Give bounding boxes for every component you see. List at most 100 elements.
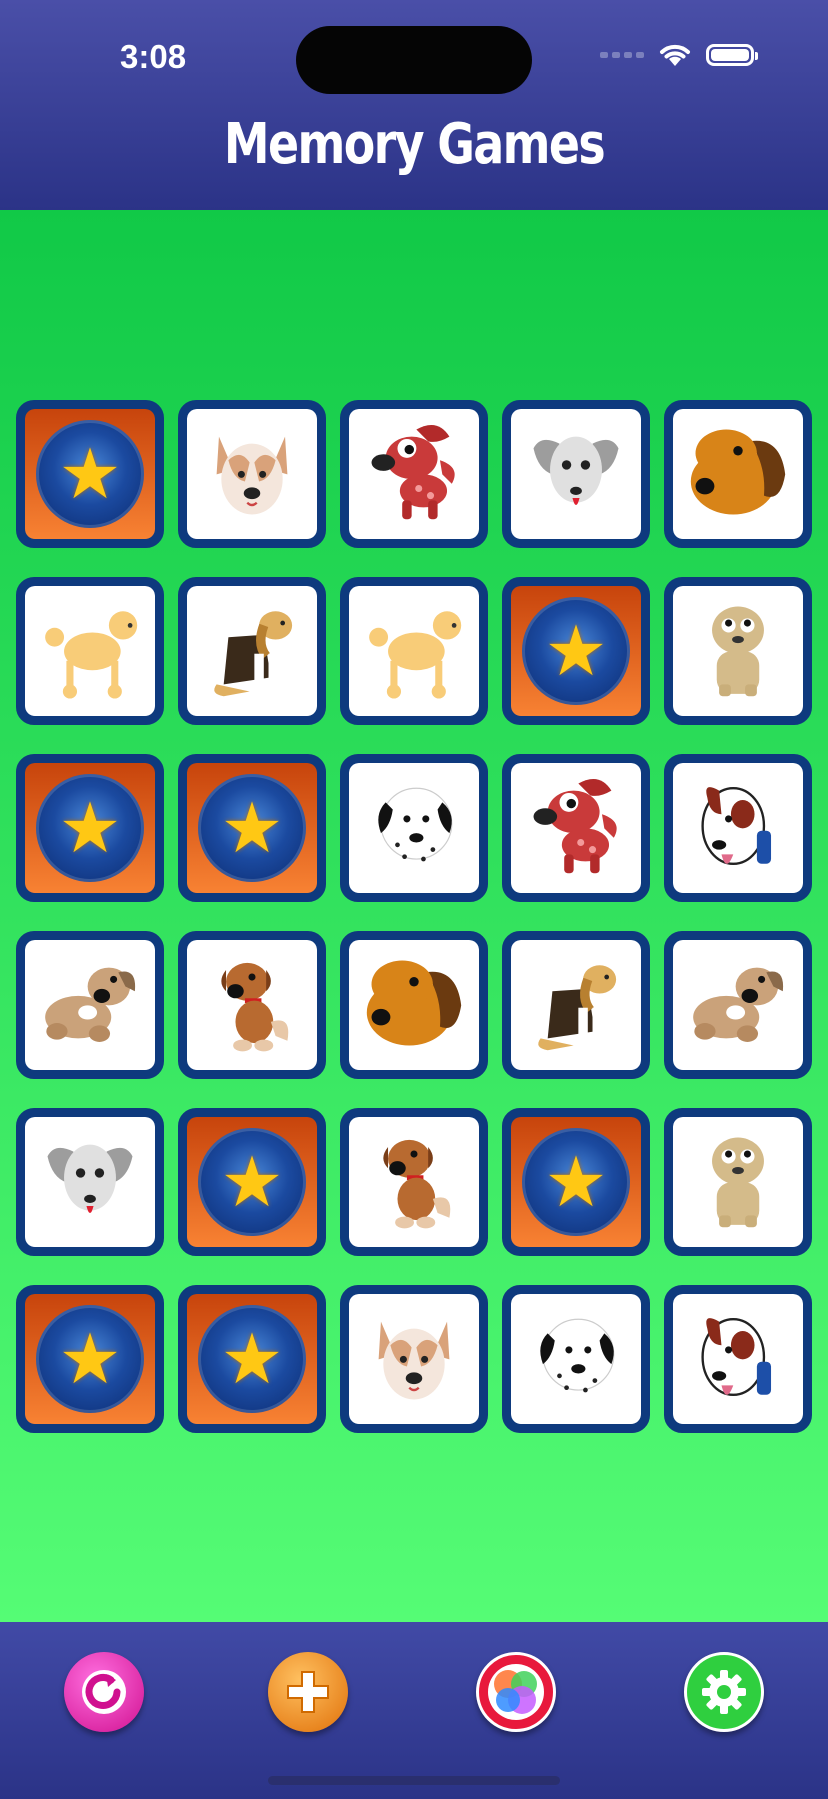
pug-dog-icon: [679, 590, 797, 712]
wifi-icon: [660, 44, 690, 66]
orb: ★: [198, 774, 306, 882]
dalmatian-icon: [355, 767, 473, 889]
header-bar: 3:08 Memory Games: [0, 0, 828, 210]
card-face: [349, 409, 479, 539]
card-face: [25, 586, 155, 716]
card-face: [673, 1294, 803, 1424]
shaggy-dog-icon: [31, 944, 149, 1066]
shaggy-dog-icon: [679, 944, 797, 1066]
hound-face-icon: [679, 413, 797, 535]
settings-button[interactable]: [684, 1652, 764, 1732]
memory-card-faceup[interactable]: [664, 1108, 812, 1256]
memory-card-facedown[interactable]: ★: [178, 754, 326, 902]
orb: ★: [198, 1128, 306, 1236]
memory-card-facedown[interactable]: ★: [178, 1108, 326, 1256]
memory-card-faceup[interactable]: [16, 931, 164, 1079]
pug-dog-icon: [679, 1121, 797, 1243]
red-puppy-icon: [517, 767, 635, 889]
restart-icon: [82, 1670, 126, 1714]
card-face: [511, 763, 641, 893]
card-face: [511, 940, 641, 1070]
star-icon: ★: [544, 1141, 608, 1223]
memory-card-faceup[interactable]: [502, 931, 650, 1079]
card-face: [25, 1117, 155, 1247]
orb: ★: [36, 420, 144, 528]
card-back: ★: [187, 1117, 317, 1247]
gray-dog-icon: [517, 413, 635, 535]
card-back: ★: [511, 1117, 641, 1247]
beagle-icon: [517, 944, 635, 1066]
card-face: [673, 586, 803, 716]
beagle-icon: [193, 590, 311, 712]
memory-card-faceup[interactable]: [178, 400, 326, 548]
brown-puppy-icon: [193, 944, 311, 1066]
game-center-icon: [488, 1664, 544, 1720]
memory-card-facedown[interactable]: ★: [502, 1108, 650, 1256]
card-face: [673, 763, 803, 893]
status-icons: [600, 42, 758, 68]
memory-card-facedown[interactable]: ★: [16, 1285, 164, 1433]
memory-card-faceup[interactable]: [340, 1108, 488, 1256]
memory-card-faceup[interactable]: [664, 400, 812, 548]
card-grid: ★ ★ ★ ★ ★ ★ ★ ★: [16, 400, 812, 1433]
memory-card-faceup[interactable]: [664, 1285, 812, 1433]
card-face: [349, 1117, 479, 1247]
card-face: [673, 409, 803, 539]
gray-dog-icon: [31, 1121, 149, 1243]
memory-card-facedown[interactable]: ★: [502, 577, 650, 725]
card-face: [511, 1294, 641, 1424]
card-face: [187, 586, 317, 716]
memory-card-faceup[interactable]: [340, 1285, 488, 1433]
orb: ★: [522, 1128, 630, 1236]
orb: ★: [198, 1305, 306, 1413]
star-icon: ★: [220, 787, 284, 869]
poodle-icon: [31, 590, 149, 712]
memory-card-faceup[interactable]: [502, 1285, 650, 1433]
red-puppy-icon: [355, 413, 473, 535]
memory-card-faceup[interactable]: [664, 931, 812, 1079]
cellular-signal-icon: [600, 52, 644, 58]
memory-card-faceup[interactable]: [664, 577, 812, 725]
game-center-button[interactable]: [476, 1652, 556, 1732]
new-game-button[interactable]: [268, 1652, 348, 1732]
memory-card-faceup[interactable]: [340, 577, 488, 725]
home-indicator[interactable]: [268, 1776, 560, 1785]
card-face: [187, 940, 317, 1070]
memory-card-faceup[interactable]: [340, 400, 488, 548]
star-icon: ★: [220, 1141, 284, 1223]
brown-puppy-icon: [355, 1121, 473, 1243]
card-face: [25, 940, 155, 1070]
memory-card-faceup[interactable]: [16, 577, 164, 725]
restart-button[interactable]: [64, 1652, 144, 1732]
card-back: ★: [25, 763, 155, 893]
memory-card-faceup[interactable]: [502, 400, 650, 548]
card-face: [673, 1117, 803, 1247]
memory-card-facedown[interactable]: ★: [16, 754, 164, 902]
poodle-icon: [355, 590, 473, 712]
memory-card-faceup[interactable]: [16, 1108, 164, 1256]
memory-card-faceup[interactable]: [340, 754, 488, 902]
orb: ★: [36, 1305, 144, 1413]
star-icon: ★: [220, 1318, 284, 1400]
gear-icon: [702, 1670, 746, 1714]
memory-card-faceup[interactable]: [178, 577, 326, 725]
card-back: ★: [511, 586, 641, 716]
memory-card-facedown[interactable]: ★: [178, 1285, 326, 1433]
page-title: Memory Games: [223, 112, 606, 177]
card-face: [511, 409, 641, 539]
card-back: ★: [187, 763, 317, 893]
dalmatian-icon: [517, 1298, 635, 1420]
memory-card-faceup[interactable]: [664, 754, 812, 902]
memory-card-facedown[interactable]: ★: [16, 400, 164, 548]
bull-terrier-icon: [679, 1298, 797, 1420]
orb: ★: [522, 597, 630, 705]
dynamic-island: [296, 26, 532, 94]
plus-icon: [287, 1671, 329, 1713]
card-face: [349, 1294, 479, 1424]
star-icon: ★: [58, 433, 122, 515]
memory-card-faceup[interactable]: [502, 754, 650, 902]
memory-card-faceup[interactable]: [340, 931, 488, 1079]
memory-card-faceup[interactable]: [178, 931, 326, 1079]
card-back: ★: [25, 409, 155, 539]
bull-terrier-icon: [679, 767, 797, 889]
